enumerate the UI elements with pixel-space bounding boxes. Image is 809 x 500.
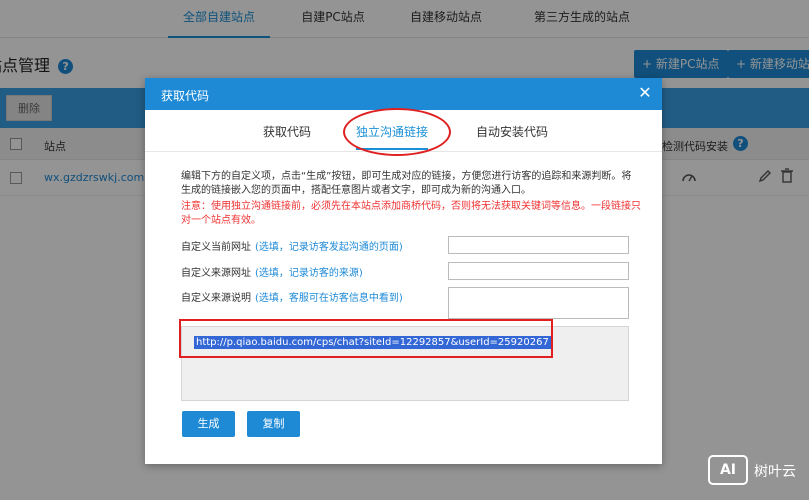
field-label: 自定义当前网址: [181, 242, 251, 253]
field-hint: (选填，客服可在访客信息中看到): [255, 293, 403, 304]
generate-button[interactable]: 生成: [182, 411, 235, 437]
source-url-input[interactable]: [448, 262, 629, 280]
source-url-label: 自定义来源网址 (选填，记录访客的来源): [181, 264, 363, 279]
source-desc-textarea[interactable]: [448, 287, 629, 319]
current-url-label: 自定义当前网址 (选填，记录访客发起沟通的页面): [181, 238, 403, 253]
gauge-icon: [682, 170, 696, 186]
highlight-ellipse-annotation: [343, 108, 451, 156]
dialog-title: 获取代码: [161, 89, 210, 103]
field-hint: (选填，记录访客发起沟通的页面): [255, 242, 403, 253]
trash-icon[interactable]: [780, 168, 794, 187]
source-desc-label: 自定义来源说明 (选填，客服可在访客信息中看到): [181, 289, 403, 304]
tab-get-code[interactable]: 获取代码: [263, 123, 311, 140]
watermark-text: 树叶云: [754, 464, 796, 480]
close-icon[interactable]: ✕: [636, 84, 654, 102]
edit-icon[interactable]: [758, 169, 772, 187]
dialog-header: 获取代码 ✕: [145, 78, 662, 110]
field-label: 自定义来源说明: [181, 293, 251, 304]
current-url-input[interactable]: [448, 236, 629, 254]
highlight-rect-annotation: [179, 319, 553, 358]
field-hint: (选填，记录访客的来源): [255, 268, 363, 279]
watermark-ai-mark: AI: [708, 455, 748, 485]
tab-auto-install[interactable]: 自动安装代码: [476, 123, 548, 140]
field-label: 自定义来源网址: [181, 268, 251, 279]
watermark-logo: AI 树叶云: [708, 453, 804, 489]
get-code-dialog: 获取代码 ✕ 获取代码 独立沟通链接 自动安装代码 编辑下方的自定义项，点击“生…: [145, 78, 662, 464]
instructions-text: 编辑下方的自定义项，点击“生成”按钮，即可生成对应的链接，方便您进行访客的追踪和…: [181, 171, 632, 196]
copy-button[interactable]: 复制: [247, 411, 300, 437]
warning-text: 注意：使用独立沟通链接前，必须先在本站点添加商桥代码，否则将无法获取关键词等信息…: [181, 201, 641, 226]
